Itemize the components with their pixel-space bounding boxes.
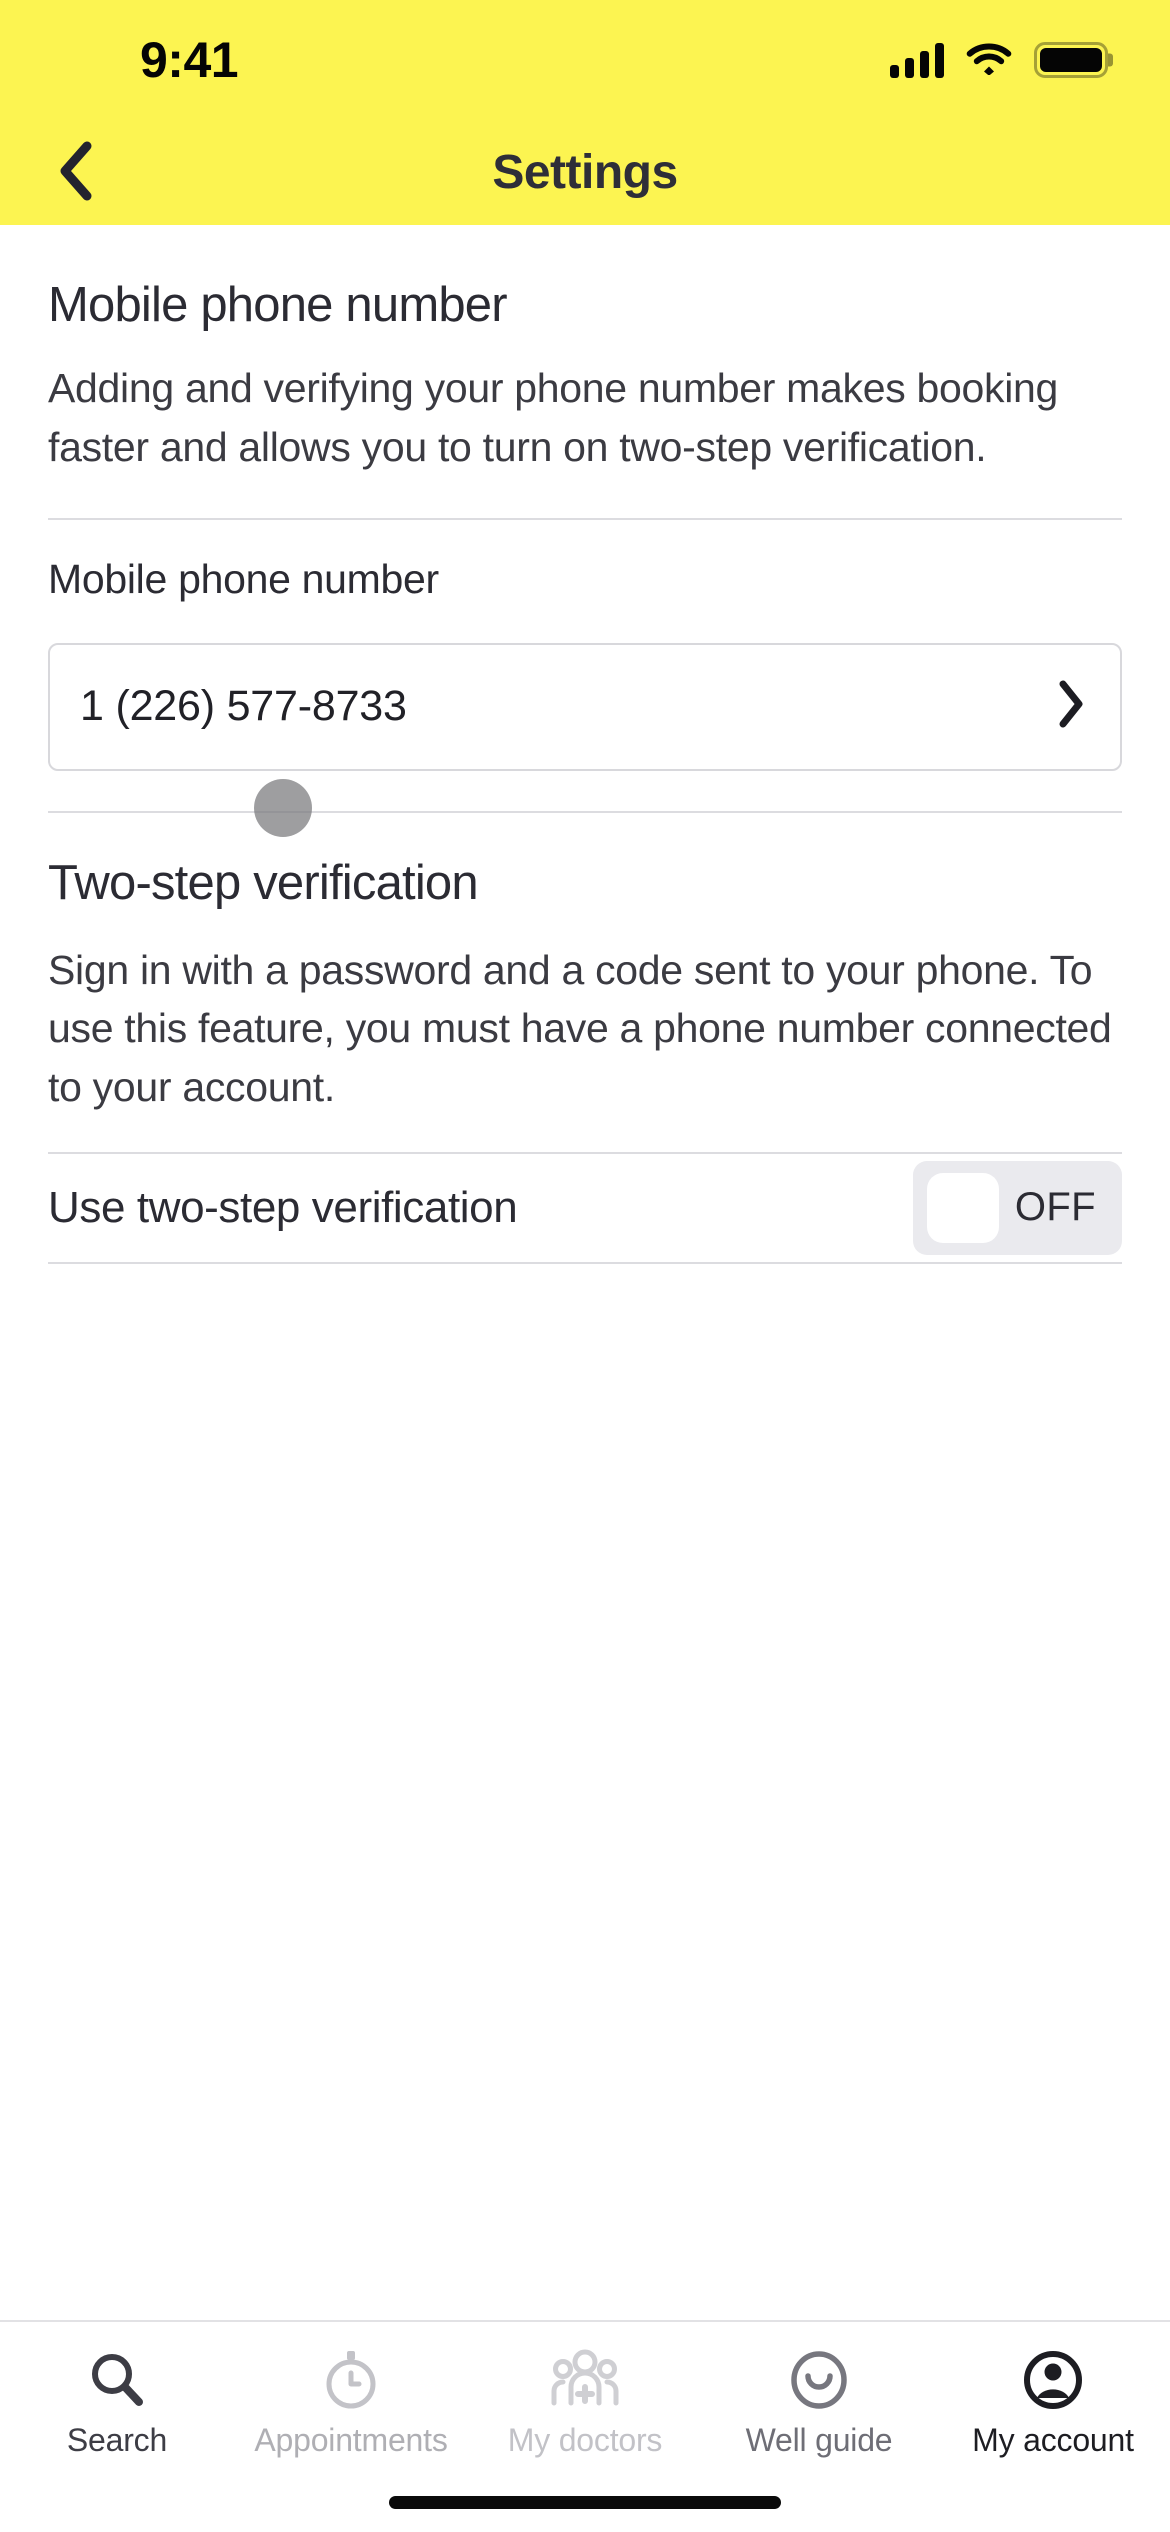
two-step-toggle-row[interactable]: Use two-step verification OFF [48, 1154, 1122, 1262]
section-description-phone: Adding and verifying your phone number m… [48, 365, 1059, 470]
tab-label: Well guide [745, 2422, 893, 2458]
doctors-group-icon [548, 2346, 622, 2414]
section-description-two-step: Sign in with a password and a code sent … [48, 947, 1112, 1110]
account-circle-icon [1021, 2346, 1085, 2414]
toggle-state-label: OFF [1014, 1185, 1096, 1230]
toggle-knob [926, 1172, 999, 1243]
status-bar: 9:41 [0, 0, 1170, 120]
tab-label: Search [66, 2422, 168, 2458]
back-button[interactable] [40, 137, 112, 209]
two-step-toggle-label: Use two-step verification [48, 1182, 518, 1232]
wifi-icon [966, 41, 1012, 80]
tab-label: My doctors [507, 2422, 663, 2458]
smiley-icon [787, 2346, 851, 2414]
tab-appointments[interactable]: Appointments [234, 2346, 468, 2456]
magnifier-icon [86, 2346, 148, 2414]
stopwatch-icon [320, 2346, 382, 2414]
chevron-right-icon [1056, 679, 1086, 734]
phone-number-value: 1 (226) 577-8733 [80, 682, 407, 731]
status-bar-icons [890, 41, 1108, 80]
cellular-signal-icon [890, 42, 944, 78]
home-indicator-area [0, 2472, 1170, 2532]
tab-label: Appointments [254, 2422, 448, 2458]
two-step-toggle-switch[interactable]: OFF [912, 1160, 1122, 1255]
phone-number-field[interactable]: 1 (226) 577-8733 [48, 642, 1122, 771]
status-bar-time: 9:41 [140, 32, 239, 88]
tab-label: My account [972, 2422, 1134, 2458]
tab-my-doctors[interactable]: My doctors [468, 2346, 702, 2456]
section-title-two-step: Two-step verification [48, 855, 479, 910]
tab-my-account[interactable]: My account [936, 2346, 1170, 2456]
header-zone: 9:41 Settings [0, 0, 1170, 225]
divider [48, 1261, 1122, 1264]
settings-content: Mobile phone number Adding and verifying… [0, 225, 1170, 2320]
phone-field-label: Mobile phone number [48, 555, 439, 602]
home-indicator-bar[interactable] [389, 2495, 781, 2509]
page-title: Settings [492, 146, 678, 199]
navigation-bar: Settings [0, 120, 1170, 225]
tab-well-guide[interactable]: Well guide [702, 2346, 936, 2456]
chevron-left-icon [56, 140, 96, 205]
battery-full-icon [1034, 42, 1108, 78]
tab-search[interactable]: Search [0, 2346, 234, 2456]
app-screen: 9:41 Settings Mobile phone number Adding… [0, 0, 1170, 2532]
bottom-tab-bar: Search Appointments My doctors Well guid… [0, 2320, 1170, 2472]
section-title-phone: Mobile phone number [48, 278, 508, 332]
